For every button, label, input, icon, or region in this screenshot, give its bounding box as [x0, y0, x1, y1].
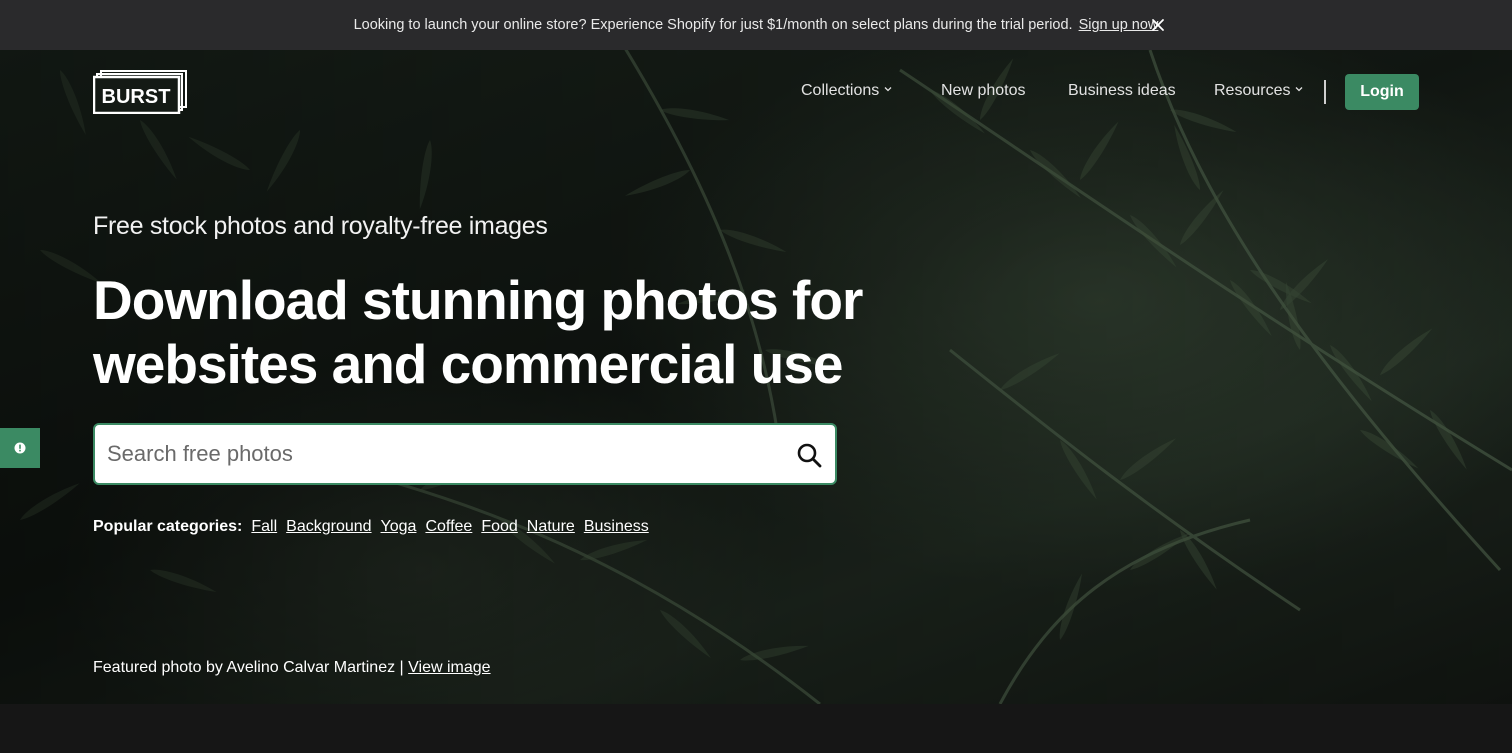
nav-divider	[1324, 80, 1326, 104]
category-link-coffee[interactable]: Coffee	[425, 518, 472, 536]
nav-resources-label: Resources	[1214, 82, 1291, 99]
nav-resources[interactable]: Resources	[1214, 82, 1303, 100]
feedback-tab[interactable]	[0, 428, 40, 468]
alert-icon	[14, 442, 26, 454]
login-button[interactable]: Login	[1345, 74, 1419, 110]
search-icon[interactable]	[796, 442, 822, 468]
nav-business-ideas-label: Business ideas	[1068, 82, 1176, 99]
category-link-business[interactable]: Business	[584, 518, 649, 536]
popular-categories-label: Popular categories:	[93, 518, 243, 535]
nav-new-photos[interactable]: New photos	[941, 82, 1026, 100]
nav-collections[interactable]: Collections	[801, 82, 892, 100]
nav-collections-label: Collections	[801, 82, 880, 99]
category-link-yoga[interactable]: Yoga	[381, 518, 417, 536]
popular-categories: Popular categories: Fall Background Yoga…	[93, 518, 658, 536]
nav-business-ideas[interactable]: Business ideas	[1068, 82, 1176, 100]
category-link-background[interactable]: Background	[286, 518, 371, 536]
photo-credit-text: Featured photo by Avelino Calvar Martine…	[93, 659, 404, 676]
close-icon[interactable]	[1150, 17, 1166, 33]
hero-headline: Download stunning photos for websites an…	[93, 269, 863, 395]
category-link-food[interactable]: Food	[481, 518, 517, 536]
chevron-down-icon	[884, 87, 892, 92]
sign-up-link[interactable]: Sign up now	[1079, 17, 1159, 33]
view-image-link[interactable]: View image	[408, 659, 490, 676]
chevron-down-icon	[1296, 87, 1303, 92]
category-link-fall[interactable]: Fall	[251, 518, 277, 536]
announcement-message: Looking to launch your online store? Exp…	[353, 17, 1073, 33]
nav-new-photos-label: New photos	[941, 82, 1026, 99]
hero-subtitle: Free stock photos and royalty-free image…	[93, 212, 548, 240]
main-nav: Collections New photos Business ideas Re…	[0, 74, 1512, 110]
photo-credit: Featured photo by Avelino Calvar Martine…	[93, 659, 491, 677]
category-link-nature[interactable]: Nature	[527, 518, 575, 536]
search-bar	[93, 423, 837, 485]
page-below-fold	[0, 704, 1512, 753]
search-input[interactable]	[95, 426, 775, 482]
announcement-bar: Looking to launch your online store? Exp…	[0, 0, 1512, 50]
hero-section: BURST Collections New photos Business id…	[0, 50, 1512, 704]
